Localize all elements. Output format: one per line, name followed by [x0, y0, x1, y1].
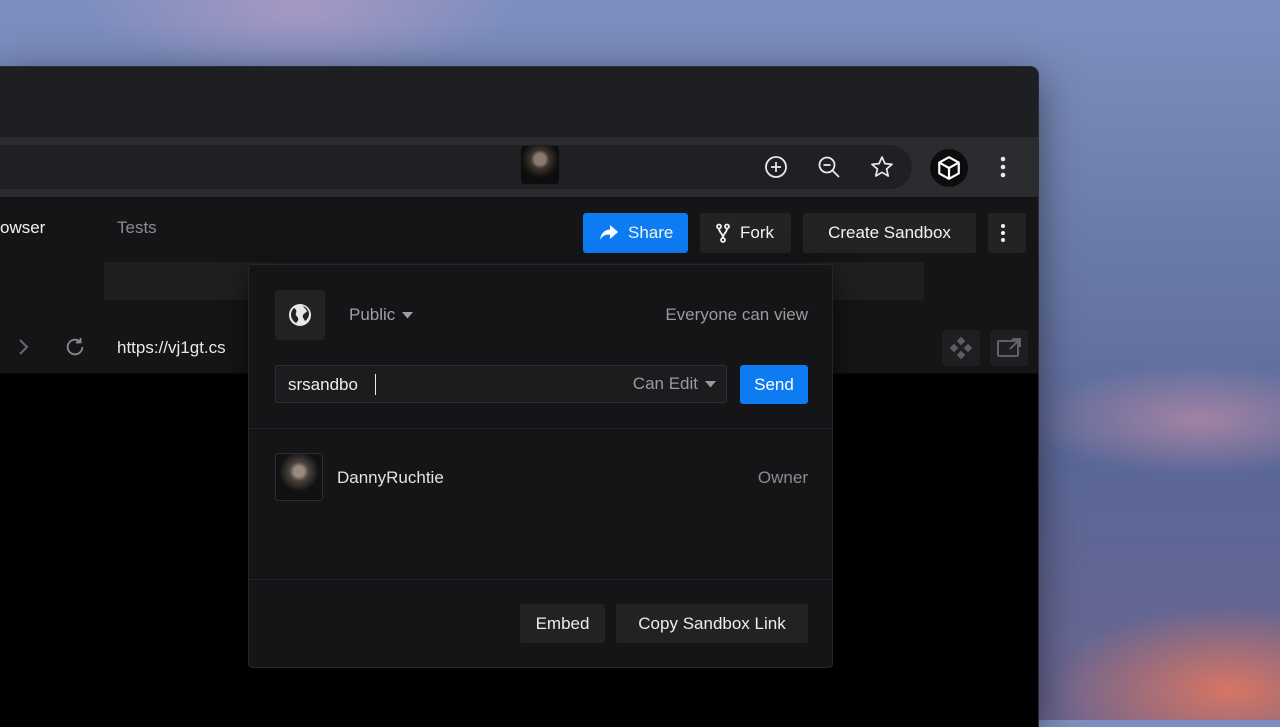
send-button[interactable]: Send: [740, 365, 808, 404]
member-name: DannyRuchtie: [337, 468, 444, 487]
preview-url-text: https://vj1gt.cs: [117, 338, 226, 357]
create-sandbox-button[interactable]: Create Sandbox: [803, 213, 976, 253]
create-sandbox-label: Create Sandbox: [828, 223, 951, 242]
privacy-select[interactable]: Public: [349, 305, 414, 325]
sandbox-menu-button[interactable]: [988, 213, 1026, 253]
divider: [249, 579, 832, 580]
caret-down-icon: [402, 311, 414, 318]
tab-browser[interactable]: owser: [0, 218, 45, 238]
permission-label: Can Edit: [632, 374, 698, 393]
share-dialog: Public Everyone can view srsandbo Can Ed…: [248, 264, 833, 668]
text-cursor: [375, 374, 376, 395]
member-role: Owner: [757, 468, 808, 487]
codesandbox-extension-icon[interactable]: [930, 149, 968, 187]
open-new-window-button[interactable]: [990, 330, 1028, 366]
privacy-icon-box: [275, 290, 325, 340]
devtools-button[interactable]: [942, 330, 980, 366]
tab-tests[interactable]: Tests: [117, 218, 157, 238]
zoom-out-icon[interactable]: [815, 153, 843, 181]
privacy-description: Everyone can view: [665, 305, 808, 324]
copy-sandbox-link-label: Copy Sandbox Link: [638, 613, 786, 633]
embed-button[interactable]: Embed: [520, 604, 605, 643]
more-vertical-icon: [1000, 224, 1005, 242]
browser-toolbar: [0, 137, 1038, 197]
more-vertical-icon[interactable]: [989, 153, 1017, 181]
divider: [249, 428, 832, 429]
copy-sandbox-link-button[interactable]: Copy Sandbox Link: [616, 604, 808, 643]
add-circle-icon[interactable]: [762, 153, 790, 181]
fork-icon: [716, 223, 730, 243]
diamond-grid-icon: [950, 337, 972, 359]
user-avatar[interactable]: [521, 146, 559, 184]
globe-icon: [289, 304, 311, 326]
member-avatar: [275, 453, 323, 501]
forward-icon[interactable]: [16, 337, 30, 362]
permission-select[interactable]: Can Edit: [633, 374, 716, 394]
send-label: Send: [754, 374, 794, 394]
share-button[interactable]: Share: [583, 213, 688, 253]
star-icon[interactable]: [868, 153, 896, 181]
fork-button[interactable]: Fork: [700, 213, 791, 253]
refresh-icon[interactable]: [64, 336, 86, 363]
browser-tab-strip: [0, 67, 1038, 137]
invite-input[interactable]: srsandbo Can Edit: [275, 365, 727, 403]
share-label: Share: [628, 223, 674, 242]
fork-label: Fork: [740, 223, 774, 242]
external-link-icon: [997, 338, 1021, 357]
privacy-label: Public: [349, 305, 396, 324]
invite-input-value: srsandbo: [288, 375, 358, 394]
caret-down-icon: [705, 380, 716, 387]
embed-label: Embed: [535, 613, 590, 633]
share-icon: [600, 225, 618, 240]
